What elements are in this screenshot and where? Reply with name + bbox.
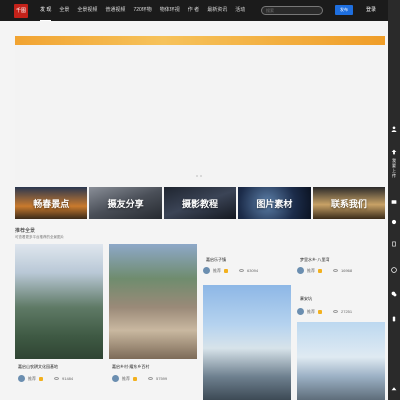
site-logo[interactable]: 千图 <box>14 3 28 18</box>
nav-item-normal-video[interactable]: 普通视频 <box>105 0 125 21</box>
card-meta: 推荐 16968 <box>297 267 352 274</box>
view-count: 91484 <box>62 376 74 381</box>
back-to-top-icon[interactable] <box>390 385 398 393</box>
author-name[interactable]: 推荐 <box>307 309 315 315</box>
message-icon[interactable] <box>390 198 398 206</box>
view-count: 27251 <box>341 309 353 314</box>
category-card-contact[interactable]: 联系我们 <box>312 187 386 219</box>
category-label: 联系我们 <box>330 199 367 210</box>
search-input[interactable] <box>261 6 323 15</box>
avatar[interactable] <box>297 308 304 315</box>
category-card-assets[interactable]: 图片素材 <box>238 187 311 219</box>
eye-icon <box>54 377 59 380</box>
eye-icon <box>333 269 338 272</box>
card-title[interactable]: 嘉启乐子镇 <box>206 257 226 263</box>
avatar[interactable] <box>203 267 210 274</box>
card-title[interactable]: 寨安坑 <box>300 296 312 302</box>
vip-badge-icon <box>224 268 228 273</box>
nav-item-discover[interactable]: 发 现 <box>40 0 52 21</box>
view-count: 16968 <box>341 268 353 273</box>
upload-icon[interactable] <box>390 148 398 156</box>
category-label: 摄影教程 <box>182 199 219 210</box>
vip-badge-icon <box>39 376 43 381</box>
phone-icon[interactable] <box>390 315 398 323</box>
nav-item-panorama-video[interactable]: 全景视频 <box>77 0 97 21</box>
nav-item-authors[interactable]: 作 者 <box>188 0 199 21</box>
view-count: 57599 <box>156 376 168 381</box>
card-meta: 推荐 27251 <box>297 308 352 315</box>
main-nav: 发 现 全景 全景视频 普通视频 720环物 物体环视 作 者 最新资讯 活动 <box>40 0 253 21</box>
nav-item-panorama[interactable]: 全景 <box>59 0 69 21</box>
eye-icon <box>148 377 153 380</box>
nav-item-object-view[interactable]: 物体环视 <box>160 0 180 21</box>
author-name[interactable]: 推荐 <box>307 268 315 274</box>
right-sidebar: 我要上传 <box>388 0 400 400</box>
author-name[interactable]: 推荐 <box>122 376 130 382</box>
carousel-dot[interactable] <box>196 175 198 177</box>
panorama-thumbnail[interactable] <box>203 285 291 400</box>
top-banner[interactable] <box>15 36 385 45</box>
chat-icon[interactable] <box>390 218 398 226</box>
avatar[interactable] <box>297 267 304 274</box>
category-card-scenic[interactable]: 畅春景点 <box>15 187 88 219</box>
vip-badge-icon <box>318 268 322 273</box>
section-title: 推荐全景 <box>15 228 36 234</box>
section-subtitle: 可查看更多平台推荐的全景图片 <box>15 235 64 239</box>
top-navbar: 千图 发 现 全景 全景视频 普通视频 720环物 物体环视 作 者 最新资讯 … <box>0 0 400 21</box>
panorama-thumbnail[interactable] <box>15 244 103 359</box>
help-icon[interactable] <box>390 266 398 274</box>
user-icon[interactable] <box>390 125 398 133</box>
vip-badge-icon <box>318 309 322 314</box>
view-count: 63094 <box>247 268 259 273</box>
carousel-dots <box>196 175 202 177</box>
nav-item-720-object[interactable]: 720环物 <box>133 0 151 21</box>
category-strip: 畅春景点 摄友分享 摄影教程 图片素材 联系我们 <box>15 187 386 219</box>
card-meta: 推荐 91484 <box>18 375 73 382</box>
carousel-area <box>15 45 385 180</box>
eye-icon <box>239 269 244 272</box>
category-label: 摄友分享 <box>107 199 144 210</box>
category-card-tutorial[interactable]: 摄影教程 <box>163 187 237 219</box>
panorama-thumbnail[interactable] <box>109 244 197 359</box>
panorama-thumbnail[interactable] <box>297 322 385 400</box>
avatar[interactable] <box>18 375 25 382</box>
carousel-dot[interactable] <box>200 175 202 177</box>
category-label: 畅春景点 <box>33 199 70 210</box>
publish-button[interactable]: 发布 <box>335 5 353 15</box>
category-card-share[interactable]: 摄友分享 <box>89 187 162 219</box>
nav-item-news[interactable]: 最新资讯 <box>207 0 227 21</box>
wechat-icon[interactable] <box>390 290 398 298</box>
author-name[interactable]: 推荐 <box>28 376 36 382</box>
avatar[interactable] <box>112 375 119 382</box>
vip-badge-icon <box>133 376 137 381</box>
card-title[interactable]: 嘉启乡村·耀东乡百村 <box>112 364 149 370</box>
upload-vertical-label[interactable]: 我要上传 <box>391 158 397 178</box>
category-label: 图片素材 <box>256 199 293 210</box>
eye-icon <box>333 310 338 313</box>
card-meta: 推荐 63094 <box>203 267 258 274</box>
login-link[interactable]: 登录 <box>366 5 376 15</box>
card-title[interactable]: 梦里水乡·八里湾 <box>300 257 329 263</box>
author-name[interactable]: 推荐 <box>213 268 221 274</box>
film-icon[interactable] <box>390 240 398 248</box>
card-meta: 推荐 57599 <box>112 375 167 382</box>
logo-text: 千图 <box>15 8 26 14</box>
card-title[interactable]: 嘉启山农耕文化园基地 <box>18 364 58 370</box>
nav-item-events[interactable]: 活动 <box>235 0 245 21</box>
